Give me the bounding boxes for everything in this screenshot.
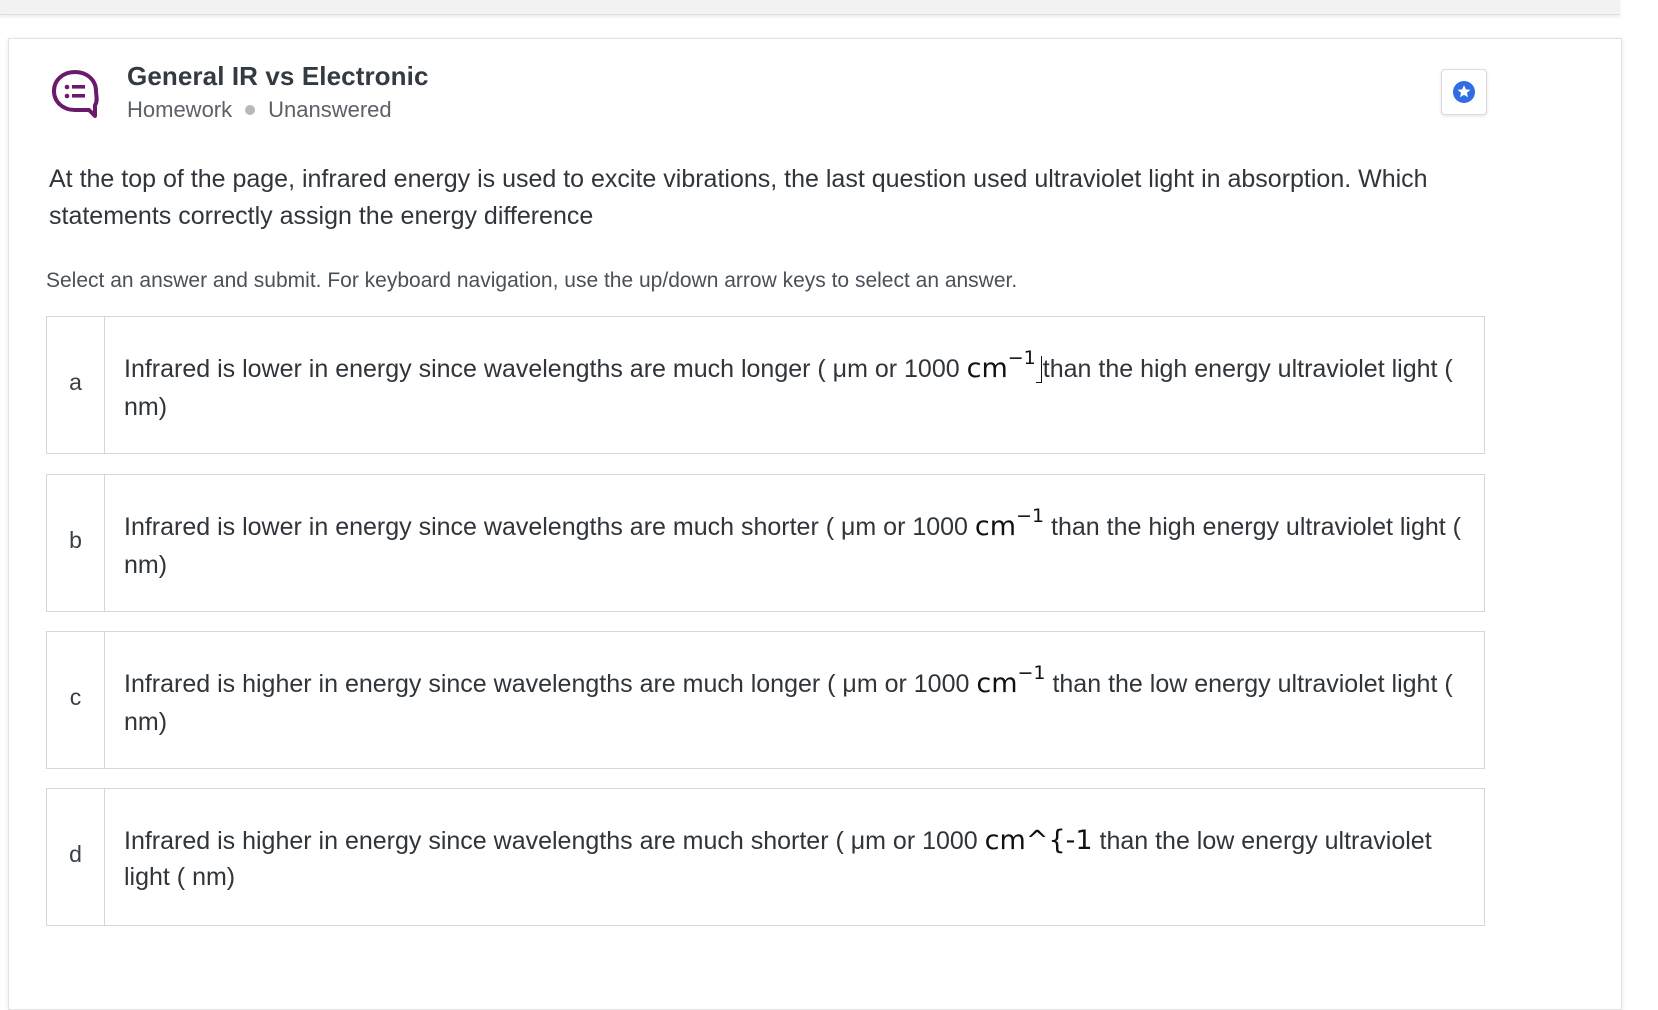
choice-text: Infrared is higher in energy since wavel… — [105, 632, 1484, 768]
unit-cm: cm^{-1 — [984, 825, 1093, 856]
choice-text-line2: nm) — [124, 393, 168, 421]
choice-text-before: Infrared is higher in energy since wavel… — [124, 670, 977, 698]
unit-cm: cm — [974, 511, 1017, 542]
bookmark-button[interactable] — [1441, 69, 1487, 115]
question-status: Unanswered — [268, 97, 392, 122]
choice-text: Infrared is lower in energy since wavele… — [105, 475, 1484, 611]
question-card: General IR vs Electronic Homework Unansw… — [8, 38, 1622, 1010]
choice-text: Infrared is lower in energy since wavele… — [105, 317, 1484, 453]
choice-text-before: Infrared is lower in energy since wavele… — [124, 355, 967, 383]
separator-dot — [245, 105, 256, 115]
choice-text-after: than the high energy ultraviolet light ( — [1042, 355, 1453, 383]
star-badge-icon — [1453, 81, 1475, 103]
question-list-icon — [49, 67, 101, 119]
unit-exponent: −1 — [1007, 347, 1036, 369]
choice-letter: b — [47, 475, 105, 611]
answer-choice-d[interactable]: d Infrared is higher in energy since wav… — [46, 788, 1485, 926]
choice-letter: d — [47, 789, 105, 925]
previous-card-edge — [0, 0, 1620, 15]
question-meta: Homework Unanswered — [127, 97, 392, 123]
choice-letter: c — [47, 632, 105, 768]
unit-cm: cm — [966, 353, 1008, 384]
unit-exponent: −1 — [1017, 662, 1046, 684]
question-prompt: At the top of the page, infrared energy … — [49, 165, 1428, 230]
choice-text-line2: nm) — [124, 708, 168, 736]
choice-text-after: than the low energy ultraviolet light ( — [1045, 670, 1453, 698]
answer-instructions: Select an answer and submit. For keyboar… — [46, 269, 1018, 292]
unit-cm: cm — [976, 668, 1018, 699]
choice-text-line2: light ( nm) — [124, 863, 236, 891]
choice-letter: a — [47, 317, 105, 453]
answer-choice-c[interactable]: c Infrared is higher in energy since wav… — [46, 631, 1485, 769]
answer-choice-b[interactable]: b Infrared is lower in energy since wave… — [46, 474, 1485, 612]
math-bracket — [1035, 356, 1042, 383]
choice-text-before: Infrared is lower in energy since wavele… — [124, 513, 975, 541]
choice-text-before: Infrared is higher in energy since wavel… — [124, 827, 985, 855]
question-type: Homework — [127, 97, 233, 122]
choice-text-after: than the low energy ultraviolet — [1092, 827, 1432, 855]
question-title: General IR vs Electronic — [127, 61, 429, 91]
choice-text-line2: nm) — [124, 551, 168, 579]
choice-text-after: than the high energy ultraviolet light ( — [1044, 513, 1461, 541]
answer-choice-a[interactable]: a Infrared is lower in energy since wave… — [46, 316, 1485, 454]
unit-exponent: −1 — [1016, 505, 1045, 527]
choice-text: Infrared is higher in energy since wavel… — [105, 789, 1484, 925]
